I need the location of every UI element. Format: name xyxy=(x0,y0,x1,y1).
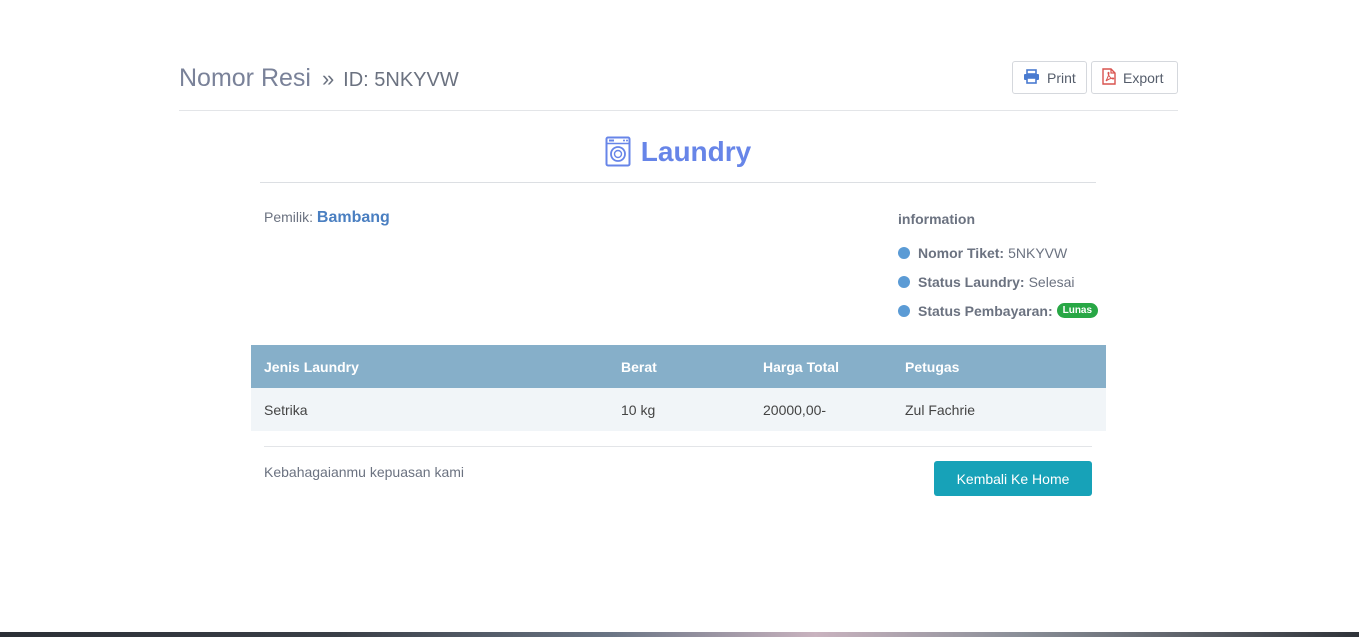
bullet-dot-icon xyxy=(898,275,910,288)
owner-info: Pemilik: Bambang xyxy=(264,209,390,227)
footer-divider xyxy=(264,446,1092,447)
info-label: Nomor Tiket: xyxy=(918,244,1005,261)
receipt-id: ID: 5NKYVW xyxy=(343,69,459,91)
info-label: Status Laundry: xyxy=(918,273,1025,290)
info-value: 5NKYVW xyxy=(1008,244,1068,261)
info-row-laundry-status: Status Laundry: Selesai xyxy=(898,267,1098,296)
bullet-dot-icon xyxy=(898,304,910,317)
table-cell: 20000,00- xyxy=(750,388,892,431)
status-badge: Lunas xyxy=(1056,303,1099,318)
background-image-strip xyxy=(0,632,1359,637)
export-button[interactable]: Export xyxy=(1091,61,1178,94)
table-cell: Zul Fachrie xyxy=(892,388,1106,431)
printer-icon xyxy=(1023,68,1040,87)
pdf-file-icon xyxy=(1102,67,1116,88)
footer-note: Kebahagaianmu kepuasan kami xyxy=(264,464,465,480)
column-header: Jenis Laundry xyxy=(251,345,608,388)
info-label: Status Pembayaran: xyxy=(918,302,1053,319)
print-button[interactable]: Print xyxy=(1012,61,1087,94)
back-home-button[interactable]: Kembali Ke Home xyxy=(934,461,1092,496)
info-row-payment-status: Status Pembayaran: Lunas xyxy=(898,296,1099,325)
column-header: Petugas xyxy=(892,345,1106,388)
info-row-ticket: Nomor Tiket: 5NKYVW xyxy=(898,238,1098,267)
info-value: Selesai xyxy=(1028,273,1075,290)
receipt-page: Nomor Resi » ID: 5NKYVW Print Export Lau… xyxy=(0,0,1359,637)
column-header: Harga Total xyxy=(750,345,892,388)
brand-header: Laundry xyxy=(260,128,1096,183)
print-label: Print xyxy=(1047,69,1076,86)
page-header: Nomor Resi » ID: 5NKYVW Print Export xyxy=(179,60,1178,111)
column-header: Berat xyxy=(608,345,750,388)
page-title: Nomor Resi » ID: 5NKYVW xyxy=(179,64,459,93)
table-row: Setrika 10 kg 20000,00- Zul Fachrie xyxy=(251,388,1106,431)
table-cell: 10 kg xyxy=(608,388,750,431)
washing-machine-icon xyxy=(605,136,631,172)
brand-name: Laundry xyxy=(640,136,752,167)
title-text: Nomor Resi xyxy=(179,64,311,92)
information-panel: information Nomor Tiket: 5NKYVW Status L… xyxy=(898,211,1099,325)
table-header-row: Jenis Laundry Berat Harga Total Petugas xyxy=(251,345,1106,388)
bullet-dot-icon xyxy=(898,246,910,259)
table-cell: Setrika xyxy=(251,388,608,431)
owner-name: Bambang xyxy=(316,209,390,226)
title-separator: » xyxy=(321,66,335,91)
action-buttons: Print Export xyxy=(1012,61,1178,94)
information-heading: information xyxy=(898,211,975,227)
laundry-table: Jenis Laundry Berat Harga Total Petugas … xyxy=(251,345,1106,431)
owner-label: Pemilik: xyxy=(264,209,314,225)
export-label: Export xyxy=(1123,69,1164,86)
